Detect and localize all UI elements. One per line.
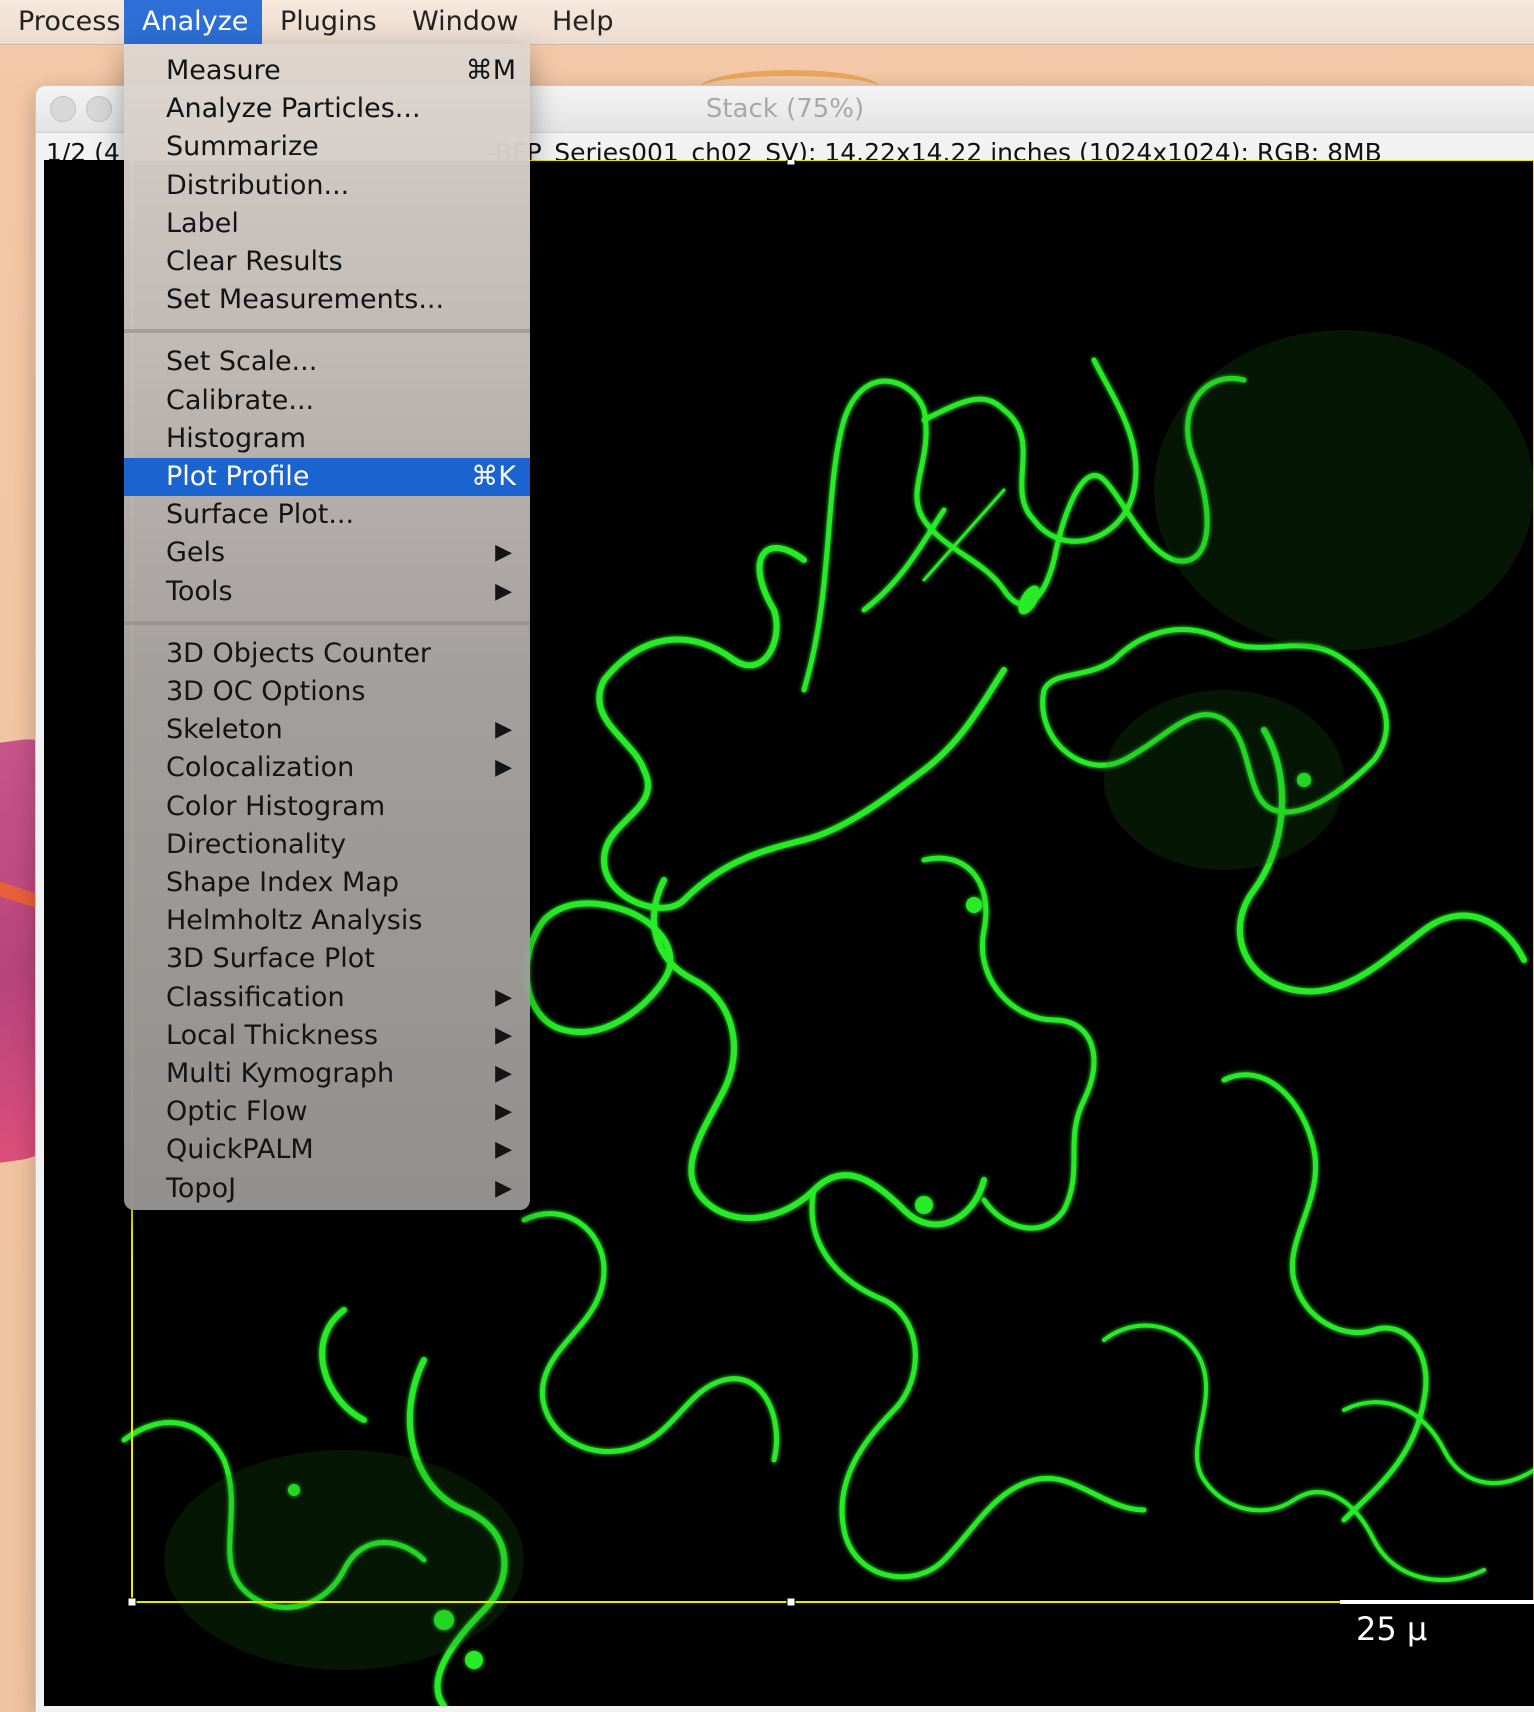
menu-item-label: Calibrate...	[166, 384, 315, 416]
menu-item-distribution[interactable]: Distribution...	[124, 167, 530, 205]
menu-item-label: QuickPALM	[166, 1134, 314, 1166]
menu-item-label: Measure	[166, 55, 281, 86]
menubar: Process Analyze Plugins Window Help	[0, 0, 1534, 45]
menu-process[interactable]: Process	[0, 0, 138, 44]
menu-separator	[124, 620, 530, 625]
menu-item-label: 3D Objects Counter	[166, 637, 432, 669]
menu-item-clear-results[interactable]: Clear Results	[124, 243, 530, 281]
menu-window[interactable]: Window	[394, 0, 536, 44]
submenu-arrow-icon: ▶	[495, 1099, 512, 1125]
menu-item-summarize[interactable]: Summarize	[124, 128, 530, 166]
menu-item-directionality[interactable]: Directionality	[124, 826, 530, 864]
menu-item-local-thickness[interactable]: Local Thickness ▶	[124, 1017, 530, 1055]
menu-item-gels[interactable]: Gels ▶	[124, 534, 530, 572]
menu-item-label: Color Histogram	[166, 790, 386, 822]
menu-item-label: TopoJ	[166, 1172, 237, 1204]
menu-item-colocalization[interactable]: Colocalization ▶	[124, 749, 530, 787]
menu-item-topoj[interactable]: TopoJ ▶	[124, 1170, 530, 1208]
menu-item-skeleton[interactable]: Skeleton ▶	[124, 711, 530, 749]
menu-item-label: Summarize	[166, 131, 319, 163]
scale-bar-label: 25 µ	[1356, 1610, 1428, 1648]
menu-item-label: Colocalization	[166, 752, 355, 784]
menu-item-plot-profile[interactable]: Plot Profile ⌘K	[124, 458, 530, 496]
menu-item-3d-oc-options[interactable]: 3D OC Options	[124, 673, 530, 711]
menu-item-label: Plot Profile	[166, 461, 310, 492]
menu-item-set-measurements[interactable]: Set Measurements...	[124, 281, 530, 319]
menu-item-histogram[interactable]: Histogram	[124, 420, 530, 458]
menu-item-label: Distribution...	[166, 169, 350, 201]
menu-item-label: Tools	[166, 575, 233, 607]
menu-item-optic-flow[interactable]: Optic Flow ▶	[124, 1093, 530, 1131]
menu-item-label: Analyze Particles...	[166, 93, 421, 125]
menu-item-color-histogram[interactable]: Color Histogram	[124, 788, 530, 826]
submenu-arrow-icon: ▶	[495, 540, 512, 566]
menu-item-label: Histogram	[166, 422, 307, 454]
submenu-arrow-icon: ▶	[495, 1022, 512, 1048]
scale-bar: 25 µ	[1340, 1600, 1534, 1650]
menu-item-label: Optic Flow	[166, 1096, 308, 1128]
submenu-arrow-icon: ▶	[495, 717, 512, 743]
menu-item-multi-kymograph[interactable]: Multi Kymograph ▶	[124, 1055, 530, 1093]
menu-item-classification[interactable]: Classification ▶	[124, 979, 530, 1017]
menu-item-quickpalm[interactable]: QuickPALM ▶	[124, 1131, 530, 1169]
menu-item-label[interactable]: Label	[124, 205, 530, 243]
submenu-arrow-icon: ▶	[495, 755, 512, 781]
menu-item-label: Gels	[166, 537, 226, 569]
menu-item-label: Classification	[166, 981, 345, 1013]
analyze-menu-dropdown: Measure ⌘M Analyze Particles... Summarize Di…	[124, 44, 530, 1210]
menu-item-label: Surface Plot...	[166, 499, 355, 531]
menu-item-label: Set Scale...	[166, 346, 318, 378]
menu-item-label: Multi Kymograph	[166, 1058, 395, 1089]
menu-item-shortcut: ⌘K	[471, 461, 516, 492]
menu-item-3d-objects-counter[interactable]: 3D Objects Counter	[124, 635, 530, 673]
menu-item-calibrate[interactable]: Calibrate...	[124, 382, 530, 420]
menu-item-helmholtz-analysis[interactable]: Helmholtz Analysis	[124, 902, 530, 940]
menu-item-label: Directionality	[166, 828, 347, 860]
menu-item-set-scale[interactable]: Set Scale...	[124, 343, 530, 381]
menu-item-label: Set Measurements...	[166, 284, 445, 316]
submenu-arrow-icon: ▶	[495, 984, 512, 1010]
menu-item-tools[interactable]: Tools ▶	[124, 573, 530, 611]
menu-analyze[interactable]: Analyze	[124, 0, 262, 44]
menu-plugins[interactable]: Plugins	[262, 0, 395, 44]
menu-separator	[124, 329, 530, 334]
menu-item-3d-surface-plot[interactable]: 3D Surface Plot	[124, 940, 530, 978]
menu-item-label: Local Thickness	[166, 1019, 379, 1051]
menu-item-surface-plot[interactable]: Surface Plot...	[124, 496, 530, 534]
menu-item-label: 3D OC Options	[166, 676, 366, 707]
menu-item-label: Clear Results	[166, 246, 343, 277]
menu-item-label: Shape Index Map	[166, 867, 400, 898]
menu-item-measure[interactable]: Measure ⌘M	[124, 52, 530, 90]
submenu-arrow-icon: ▶	[495, 578, 512, 604]
menu-item-analyze-particles[interactable]: Analyze Particles...	[124, 90, 530, 128]
menu-item-shape-index-map[interactable]: Shape Index Map	[124, 864, 530, 902]
submenu-arrow-icon: ▶	[495, 1175, 512, 1201]
submenu-arrow-icon: ▶	[495, 1061, 512, 1086]
menu-item-label: Helmholtz Analysis	[166, 905, 423, 937]
menu-help[interactable]: Help	[534, 0, 632, 44]
menu-item-label: Skeleton	[166, 714, 283, 746]
submenu-arrow-icon: ▶	[495, 1137, 512, 1163]
menu-item-shortcut: ⌘M	[465, 55, 516, 86]
menu-item-label: 3D Surface Plot	[166, 943, 375, 975]
menu-item-label: Label	[166, 207, 239, 239]
